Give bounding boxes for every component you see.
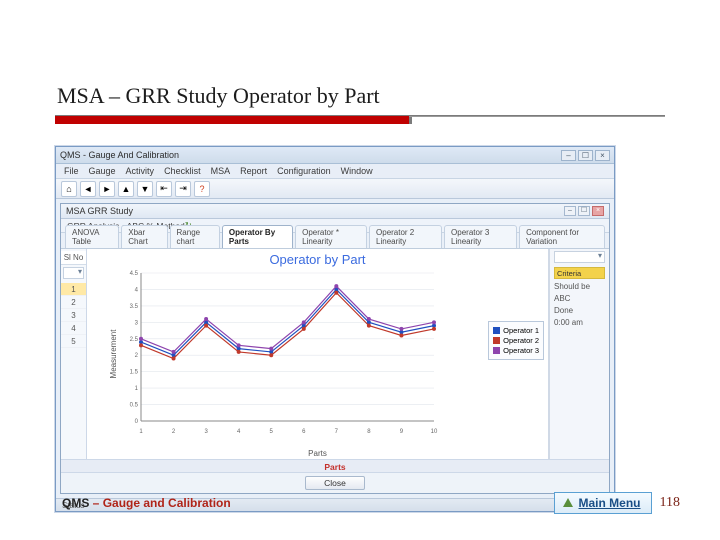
svg-text:4: 4 — [237, 429, 241, 435]
left-icon[interactable]: ◄ — [80, 181, 96, 197]
main-menu-button[interactable]: Main Menu — [554, 492, 652, 514]
inner-close-icon[interactable]: × — [592, 206, 604, 216]
criteria-panel: Criteria Should be ABC Done 0:00 am — [549, 249, 609, 459]
tab-op2-lin[interactable]: Operator 2 Linearity — [369, 225, 442, 248]
menu-activity[interactable]: Activity — [126, 166, 155, 176]
svg-text:0: 0 — [135, 419, 139, 425]
main-menu-label: Main Menu — [579, 496, 641, 510]
grr-study-window: MSA GRR Study – ☐ × GRR Analysis • ABC %… — [60, 203, 610, 494]
criteria-shouldbe: Should be — [554, 281, 605, 293]
svg-text:2.5: 2.5 — [130, 337, 139, 343]
tab-comp-var[interactable]: Component for Variation — [519, 225, 605, 248]
serial-rail: Sl No 1 2 3 4 5 — [61, 249, 87, 459]
serial-row-2[interactable]: 2 — [61, 296, 86, 309]
down-icon[interactable]: ▼ — [137, 181, 153, 197]
svg-text:4: 4 — [135, 287, 139, 293]
svg-text:9: 9 — [400, 429, 404, 435]
toolbar: ⌂ ◄ ► ▲ ▼ ⇤ ⇥ ? — [56, 179, 614, 199]
first-icon[interactable]: ⇤ — [156, 181, 172, 197]
xaxis-strip: Parts — [61, 459, 609, 473]
up-icon[interactable]: ▲ — [118, 181, 134, 197]
tab-operator-by-parts[interactable]: Operator By Parts — [222, 225, 293, 248]
serial-header: Sl No — [61, 251, 86, 265]
svg-text:5: 5 — [270, 429, 274, 435]
menu-window[interactable]: Window — [341, 166, 373, 176]
menu-checklist[interactable]: Checklist — [164, 166, 201, 176]
menu-file[interactable]: File — [64, 166, 79, 176]
svg-text:7: 7 — [335, 429, 339, 435]
svg-text:3.5: 3.5 — [130, 304, 139, 310]
chart-legend: Operator 1Operator 2Operator 3 — [488, 321, 544, 360]
serial-row-5[interactable]: 5 — [61, 335, 86, 348]
svg-text:10: 10 — [431, 429, 438, 435]
footer-rest: Gauge and Calibration — [103, 496, 231, 510]
svg-text:8: 8 — [367, 429, 371, 435]
menu-config[interactable]: Configuration — [277, 166, 331, 176]
inner-window-title: MSA GRR Study — [66, 206, 133, 216]
menu-report[interactable]: Report — [240, 166, 267, 176]
up-arrow-icon — [563, 498, 573, 507]
last-icon[interactable]: ⇥ — [175, 181, 191, 197]
inner-maximize-icon[interactable]: ☐ — [578, 206, 590, 216]
inner-minimize-icon[interactable]: – — [564, 206, 576, 216]
criteria-done: Done — [554, 305, 605, 317]
svg-text:6: 6 — [302, 429, 306, 435]
chart-title: Operator by Part — [87, 252, 548, 267]
serial-row-1[interactable]: 1 — [61, 283, 86, 296]
app-window: QMS - Gauge And Calibration – ☐ × File G… — [55, 146, 615, 512]
svg-text:1: 1 — [135, 386, 139, 392]
footer-sep: – — [89, 496, 102, 510]
criteria-header: Criteria — [554, 267, 605, 279]
serial-dropdown[interactable] — [63, 267, 84, 279]
close-button[interactable]: Close — [305, 476, 365, 490]
menu-gauge[interactable]: Gauge — [89, 166, 116, 176]
serial-row-3[interactable]: 3 — [61, 309, 86, 322]
menu-bar: File Gauge Activity Checklist MSA Report… — [56, 164, 614, 179]
app-title: QMS - Gauge And Calibration — [60, 150, 179, 160]
tab-anova[interactable]: ANOVA Table — [65, 225, 119, 248]
minimize-icon[interactable]: – — [561, 150, 576, 161]
right-icon[interactable]: ► — [99, 181, 115, 197]
svg-text:3: 3 — [204, 429, 208, 435]
close-icon[interactable]: × — [595, 150, 610, 161]
maximize-icon[interactable]: ☐ — [578, 150, 593, 161]
criteria-abc: ABC — [554, 293, 605, 305]
svg-text:2: 2 — [135, 353, 139, 359]
help-icon[interactable]: ? — [194, 181, 210, 197]
criteria-time: 0:00 am — [554, 317, 605, 329]
page-number: 118 — [660, 495, 680, 511]
svg-text:0.5: 0.5 — [130, 403, 139, 409]
footer-caption: QMS – Gauge and Calibration — [62, 496, 231, 510]
svg-text:4.5: 4.5 — [130, 271, 139, 277]
chart-xlabel: Parts — [87, 449, 548, 458]
chart-panel: Operator by Part Measurement Parts 00.51… — [87, 249, 549, 459]
footer-qms: QMS — [62, 496, 89, 510]
criteria-dropdown[interactable] — [554, 251, 605, 263]
tab-op3-lin[interactable]: Operator 3 Linearity — [444, 225, 517, 248]
slide-title: MSA – GRR Study Operator by Part — [55, 75, 665, 115]
serial-row-4[interactable]: 4 — [61, 322, 86, 335]
svg-text:3: 3 — [135, 320, 139, 326]
tab-xbar[interactable]: Xbar Chart — [121, 225, 167, 248]
tab-op1-lin[interactable]: Operator * Linearity — [295, 225, 367, 248]
svg-text:2: 2 — [172, 429, 176, 435]
home-icon[interactable]: ⌂ — [61, 181, 77, 197]
title-rule — [55, 115, 665, 124]
menu-msa[interactable]: MSA — [211, 166, 231, 176]
svg-text:1.5: 1.5 — [130, 370, 139, 376]
app-titlebar: QMS - Gauge And Calibration – ☐ × — [56, 147, 614, 164]
svg-text:1: 1 — [139, 429, 143, 435]
tab-strip: ANOVA Table Xbar Chart Range chart Opera… — [61, 233, 609, 249]
tab-range[interactable]: Range chart — [170, 225, 220, 248]
line-chart: 0 0.5 1 1.5 2 2.5 3 3.5 4 4.5 1 2 3 4 5 6 7 8 9 10 — [115, 267, 440, 437]
